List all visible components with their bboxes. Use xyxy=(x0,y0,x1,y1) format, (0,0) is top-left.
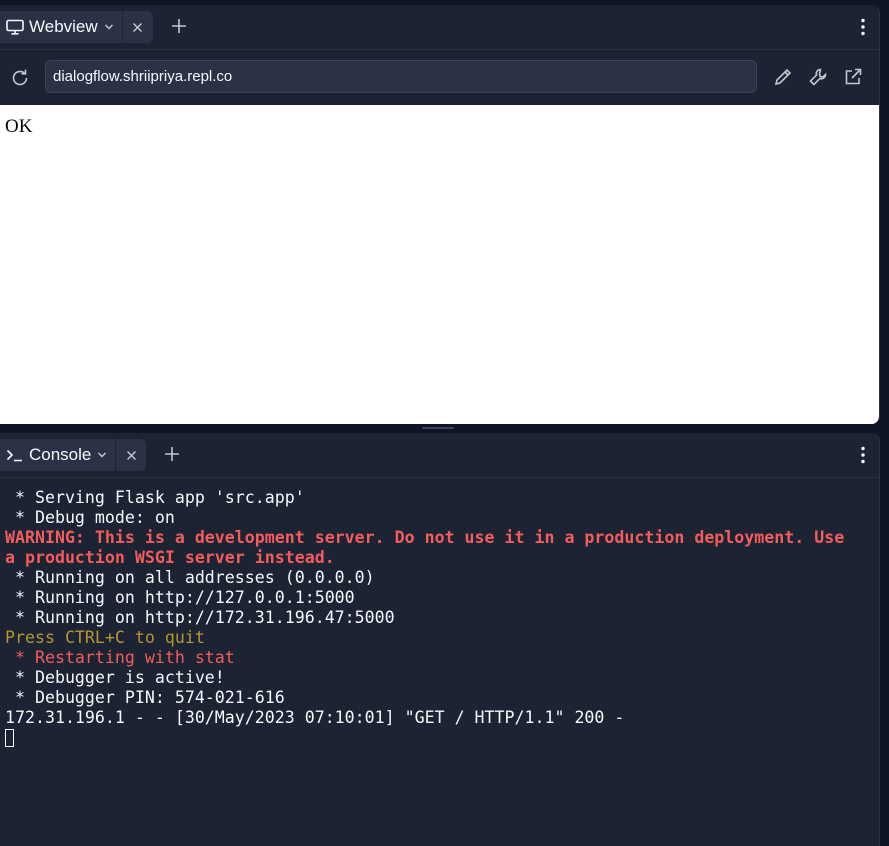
external-link-icon[interactable] xyxy=(843,67,863,87)
terminal-cursor xyxy=(5,729,14,747)
url-actions xyxy=(773,67,863,87)
console-menu-button[interactable] xyxy=(861,446,865,469)
chevron-down-icon[interactable] xyxy=(97,451,107,459)
console-line: 172.31.196.1 - - [30/May/2023 07:10:01] … xyxy=(5,708,625,727)
tab-webview-label: Webview xyxy=(29,17,98,36)
console-line: * Debug mode: on xyxy=(5,508,175,527)
refresh-button[interactable] xyxy=(10,68,30,93)
close-icon xyxy=(126,450,136,460)
tab-console-main[interactable]: Console xyxy=(0,439,115,471)
console-restart-line: * Restarting with stat xyxy=(5,648,235,667)
url-bar: dialogflow.shriipriya.repl.co xyxy=(0,50,879,104)
pane-resize-handle[interactable] xyxy=(422,427,454,429)
plus-icon xyxy=(171,19,186,33)
console-hint-line: Press CTRL+C to quit xyxy=(5,628,205,647)
console-pane: Console * Serving Flask app 'src.app' * … xyxy=(0,433,880,846)
page-text: OK xyxy=(5,116,33,137)
webview-content: OK xyxy=(0,105,879,424)
webview-pane: Webview dialogflow.shriipriya.repl.co OK xyxy=(0,5,880,424)
console-line: * Running on http://172.31.196.47:5000 xyxy=(5,608,395,627)
tab-webview-close-button[interactable] xyxy=(121,11,153,43)
refresh-icon xyxy=(12,69,28,86)
monitor-icon xyxy=(6,19,24,35)
chevron-down-icon[interactable] xyxy=(104,23,114,31)
tab-console-close-button[interactable] xyxy=(115,439,146,471)
console-warning-line: a production WSGI server instead. xyxy=(5,548,335,567)
console-prompt-line[interactable] xyxy=(5,728,879,748)
tab-webview-main[interactable]: Webview xyxy=(0,11,122,43)
pencil-icon[interactable] xyxy=(773,67,793,87)
add-tab-button[interactable] xyxy=(171,15,187,39)
console-line: * Running on all addresses (0.0.0.0) xyxy=(5,568,375,587)
console-warning-line: WARNING: This is a development server. D… xyxy=(5,528,845,547)
console-line: * Debugger PIN: 574-021-616 xyxy=(5,688,285,707)
tab-console-label: Console xyxy=(29,445,92,464)
tab-webview[interactable]: Webview xyxy=(0,11,153,43)
console-tabbar: Console xyxy=(0,433,879,478)
kebab-menu-icon xyxy=(861,446,865,464)
add-tab-button[interactable] xyxy=(164,443,180,467)
plus-icon xyxy=(165,447,180,461)
console-line: * Running on http://127.0.0.1:5000 xyxy=(5,588,355,607)
url-input[interactable]: dialogflow.shriipriya.repl.co xyxy=(45,60,757,93)
close-icon xyxy=(133,22,143,32)
webview-tabbar: Webview xyxy=(0,5,879,50)
wrench-icon[interactable] xyxy=(808,67,828,87)
console-line: * Debugger is active! xyxy=(5,668,225,687)
console-line: * Serving Flask app 'src.app' xyxy=(5,488,305,507)
kebab-menu-icon xyxy=(861,18,865,36)
console-output[interactable]: * Serving Flask app 'src.app' * Debug mo… xyxy=(0,478,879,846)
webview-menu-button[interactable] xyxy=(861,18,865,41)
terminal-prompt-icon xyxy=(6,449,22,462)
tab-console[interactable]: Console xyxy=(0,439,147,471)
